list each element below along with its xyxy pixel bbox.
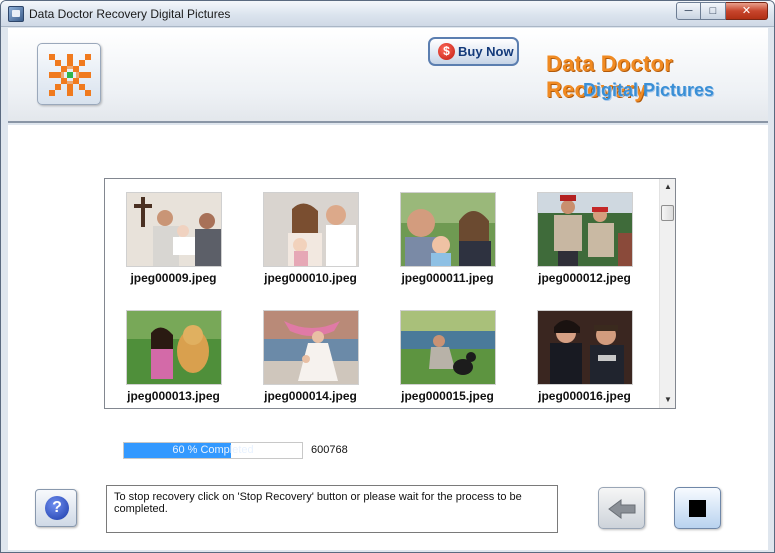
thumbnail-filename: jpeg000010.jpeg — [264, 271, 357, 285]
gallery-scrollbar[interactable]: ▲ ▼ — [659, 179, 675, 408]
stop-square-icon — [689, 500, 706, 517]
recovery-progress-bar: 60 % Completed — [123, 442, 303, 459]
photo-thumbnail[interactable] — [126, 192, 222, 267]
thumbnail-item[interactable]: jpeg000015.jpeg — [379, 297, 516, 407]
window-controls: ─ □ ✕ — [676, 2, 768, 20]
thumbnail-item[interactable]: jpeg000014.jpeg — [242, 297, 379, 407]
dollar-icon: $ — [438, 43, 455, 60]
back-arrow-icon — [608, 499, 636, 519]
buy-now-button[interactable]: $ Buy Now — [428, 37, 519, 66]
status-message: To stop recovery click on 'Stop Recovery… — [114, 491, 522, 515]
thumbnail-item[interactable]: jpeg00009.jpeg — [105, 179, 242, 289]
back-button[interactable] — [598, 487, 645, 529]
thumbnail-item[interactable]: jpeg000012.jpeg — [516, 179, 653, 289]
photo-thumbnail[interactable] — [400, 192, 496, 267]
thumbnail-filename: jpeg000016.jpeg — [538, 389, 631, 403]
thumbnail-filename: jpeg000014.jpeg — [264, 389, 357, 403]
photo-thumbnail[interactable] — [263, 192, 359, 267]
header-banner: $ Buy Now Data Doctor Recovery Digital P… — [8, 28, 768, 123]
photo-thumbnail[interactable] — [126, 310, 222, 385]
recovered-images-gallery[interactable]: jpeg00009.jpeg jpeg000010.jpeg jpeg00001… — [104, 178, 676, 409]
progress-label: 60 % Completed — [172, 444, 254, 456]
maximize-button[interactable]: □ — [701, 2, 726, 20]
thumbnail-filename: jpeg000015.jpeg — [401, 389, 494, 403]
progress-count: 600768 — [311, 444, 348, 456]
app-window: Data Doctor Recovery Digital Pictures ─ … — [0, 0, 775, 553]
minimize-button[interactable]: ─ — [676, 2, 701, 20]
status-message-box: To stop recovery click on 'Stop Recovery… — [106, 485, 558, 533]
brand-subtitle: Digital Pictures — [583, 80, 715, 100]
buy-now-label: Buy Now — [458, 44, 514, 59]
help-button[interactable]: ? — [35, 489, 77, 527]
scroll-up-arrow-icon[interactable]: ▲ — [660, 179, 675, 195]
close-button[interactable]: ✕ — [726, 2, 768, 20]
photo-thumbnail[interactable] — [537, 310, 633, 385]
thumbnail-item[interactable]: jpeg000010.jpeg — [242, 179, 379, 289]
thumbnail-item[interactable]: jpeg000016.jpeg — [516, 297, 653, 407]
photo-thumbnail[interactable] — [400, 310, 496, 385]
app-icon — [8, 6, 24, 22]
thumbnail-filename: jpeg000011.jpeg — [401, 271, 494, 285]
title-bar[interactable]: Data Doctor Recovery Digital Pictures ─ … — [1, 1, 774, 27]
photo-thumbnail[interactable] — [263, 310, 359, 385]
photo-thumbnail[interactable] — [537, 192, 633, 267]
stop-recovery-button[interactable] — [674, 487, 721, 529]
thumbnail-filename: jpeg000012.jpeg — [538, 271, 631, 285]
scrollbar-thumb[interactable] — [661, 205, 674, 221]
thumbnail-item[interactable]: jpeg000013.jpeg — [105, 297, 242, 407]
thumbnail-filename: jpeg00009.jpeg — [130, 271, 217, 285]
main-content: jpeg00009.jpeg jpeg000010.jpeg jpeg00001… — [8, 125, 768, 550]
question-mark-icon: ? — [45, 496, 69, 520]
orange-dots-logo-icon — [49, 54, 91, 96]
scroll-down-arrow-icon[interactable]: ▼ — [660, 392, 675, 408]
logo-button[interactable] — [37, 43, 101, 105]
thumbnail-item[interactable]: jpeg000011.jpeg — [379, 179, 516, 289]
thumbnail-filename: jpeg000013.jpeg — [127, 389, 220, 403]
window-title: Data Doctor Recovery Digital Pictures — [29, 7, 231, 21]
